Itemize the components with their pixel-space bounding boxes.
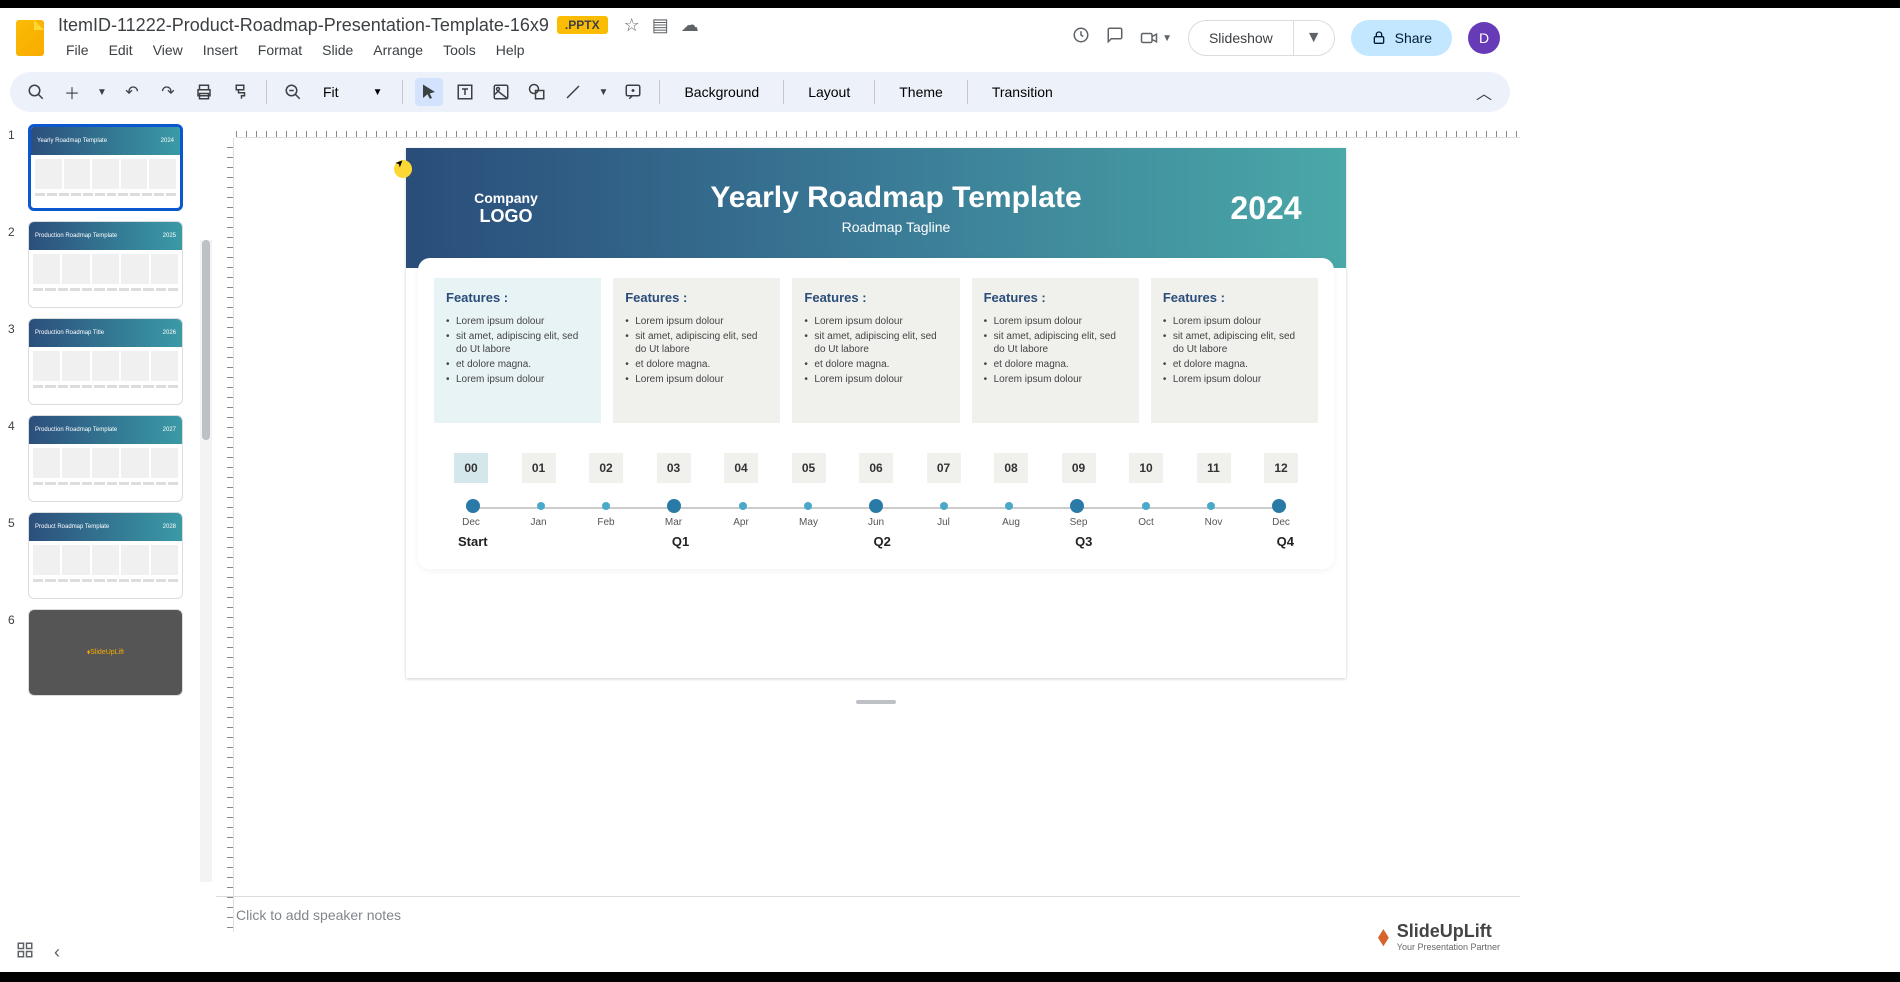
slide-canvas[interactable]: Company LOGO Yearly Roadmap Template Roa…: [406, 148, 1346, 678]
company-label: Company: [436, 190, 576, 206]
collapse-icon[interactable]: ︿: [1470, 78, 1498, 106]
background-button[interactable]: Background: [672, 80, 771, 104]
zoom-out-icon[interactable]: [279, 78, 307, 106]
month-box: 02: [589, 453, 623, 483]
slide-tagline: Roadmap Tagline: [576, 219, 1216, 235]
month-box: 07: [927, 453, 961, 483]
move-icon[interactable]: ▤: [652, 15, 669, 36]
avatar[interactable]: D: [1468, 22, 1500, 54]
history-icon[interactable]: [1072, 26, 1090, 50]
cloud-icon[interactable]: ☁: [681, 15, 699, 36]
cursor-annotation: [394, 160, 412, 178]
shape-icon[interactable]: [523, 78, 551, 106]
menu-bar: File Edit View Insert Format Slide Arran…: [58, 38, 1072, 62]
select-tool-icon[interactable]: [415, 78, 443, 106]
redo-icon[interactable]: ↷: [154, 78, 182, 106]
month-box: 12: [1264, 453, 1298, 483]
pptx-badge: .PPTX: [557, 16, 608, 34]
menu-view[interactable]: View: [145, 38, 191, 62]
slide-thumbnail-2[interactable]: 2 Production Roadmap Template2025: [8, 221, 192, 308]
divider-handle[interactable]: [856, 700, 896, 704]
slide-title: Yearly Roadmap Template: [576, 181, 1216, 215]
share-label: Share: [1395, 30, 1432, 46]
ruler-vertical[interactable]: [216, 138, 234, 932]
month-box: 04: [724, 453, 758, 483]
month-box: 08: [994, 453, 1028, 483]
month-box: 01: [522, 453, 556, 483]
zoom-select[interactable]: Fit ▼: [315, 80, 390, 104]
comment-add-icon[interactable]: [619, 78, 647, 106]
feature-card: Features : Lorem ipsum dolour sit amet, …: [792, 278, 959, 423]
slides-logo[interactable]: [10, 18, 50, 58]
print-icon[interactable]: [190, 78, 218, 106]
watermark: ⬧ SlideUpLift Your Presentation Partner: [1378, 921, 1500, 952]
share-button[interactable]: Share: [1351, 20, 1452, 56]
slideshow-button[interactable]: Slideshow: [1189, 22, 1293, 54]
feature-card: Features : Lorem ipsum dolour sit amet, …: [972, 278, 1139, 423]
feature-card: Features : Lorem ipsum dolour sit amet, …: [613, 278, 780, 423]
comment-icon[interactable]: [1106, 26, 1124, 50]
line-icon[interactable]: [559, 78, 587, 106]
menu-file[interactable]: File: [58, 38, 97, 62]
theme-button[interactable]: Theme: [887, 80, 955, 104]
menu-arrange[interactable]: Arrange: [365, 38, 431, 62]
month-box: 10: [1129, 453, 1163, 483]
menu-format[interactable]: Format: [250, 38, 310, 62]
transition-button[interactable]: Transition: [980, 80, 1065, 104]
menu-insert[interactable]: Insert: [195, 38, 246, 62]
slide-thumbnail-3[interactable]: 3 Production Roadmap Title2026: [8, 318, 192, 405]
month-box: 00: [454, 453, 488, 483]
logo-text: LOGO: [436, 206, 576, 227]
slideshow-dropdown[interactable]: ▼: [1293, 21, 1334, 55]
new-slide-icon[interactable]: ＋: [58, 78, 86, 106]
menu-edit[interactable]: Edit: [101, 38, 141, 62]
month-box: 06: [859, 453, 893, 483]
menu-help[interactable]: Help: [488, 38, 533, 62]
feature-card: Features : Lorem ipsum dolour sit amet, …: [434, 278, 601, 423]
slide-thumbnail-4[interactable]: 4 Production Roadmap Template2027: [8, 415, 192, 502]
slide-year: 2024: [1216, 190, 1316, 227]
speaker-notes[interactable]: Click to add speaker notes: [216, 896, 1520, 932]
document-title[interactable]: ItemID-11222-Product-Roadmap-Presentatio…: [58, 15, 549, 36]
month-box: 03: [657, 453, 691, 483]
menu-tools[interactable]: Tools: [435, 38, 484, 62]
image-icon[interactable]: [487, 78, 515, 106]
chevron-left-icon[interactable]: ‹: [54, 942, 60, 963]
slide-thumbnail-6[interactable]: 6 ⬧ SlideUpLift: [8, 609, 192, 696]
grid-view-icon[interactable]: [16, 941, 34, 964]
slide-panel: 1 Yearly Roadmap Template2024 2 Producti…: [0, 120, 200, 932]
menu-slide[interactable]: Slide: [314, 38, 361, 62]
panel-scrollbar[interactable]: [200, 240, 212, 882]
slide-thumbnail-5[interactable]: 5 Product Roadmap Template2028: [8, 512, 192, 599]
month-box: 09: [1062, 453, 1096, 483]
layout-button[interactable]: Layout: [796, 80, 862, 104]
video-icon[interactable]: ▼: [1140, 29, 1172, 47]
watermark-icon: ⬧: [1378, 923, 1389, 951]
search-icon[interactable]: [22, 78, 50, 106]
paint-format-icon[interactable]: [226, 78, 254, 106]
new-slide-dropdown[interactable]: ▼: [94, 78, 110, 106]
month-box: 05: [792, 453, 826, 483]
textbox-icon[interactable]: [451, 78, 479, 106]
ruler-horizontal[interactable]: [236, 120, 1520, 138]
star-icon[interactable]: ☆: [624, 15, 640, 36]
toolbar: ＋ ▼ ↶ ↷ Fit ▼ ▼ Background Layout Theme …: [10, 72, 1510, 112]
slide-thumbnail-1[interactable]: 1 Yearly Roadmap Template2024: [8, 124, 192, 211]
undo-icon[interactable]: ↶: [118, 78, 146, 106]
month-box: 11: [1197, 453, 1231, 483]
feature-card: Features : Lorem ipsum dolour sit amet, …: [1151, 278, 1318, 423]
line-dropdown[interactable]: ▼: [595, 78, 611, 106]
